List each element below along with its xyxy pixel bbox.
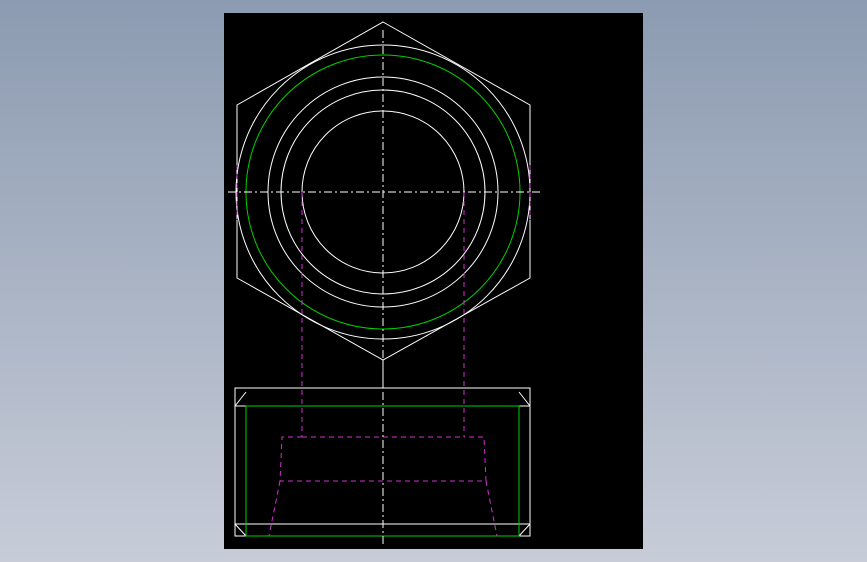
cad-viewport[interactable] [224, 13, 643, 549]
hex-nut-drawing [224, 13, 643, 549]
